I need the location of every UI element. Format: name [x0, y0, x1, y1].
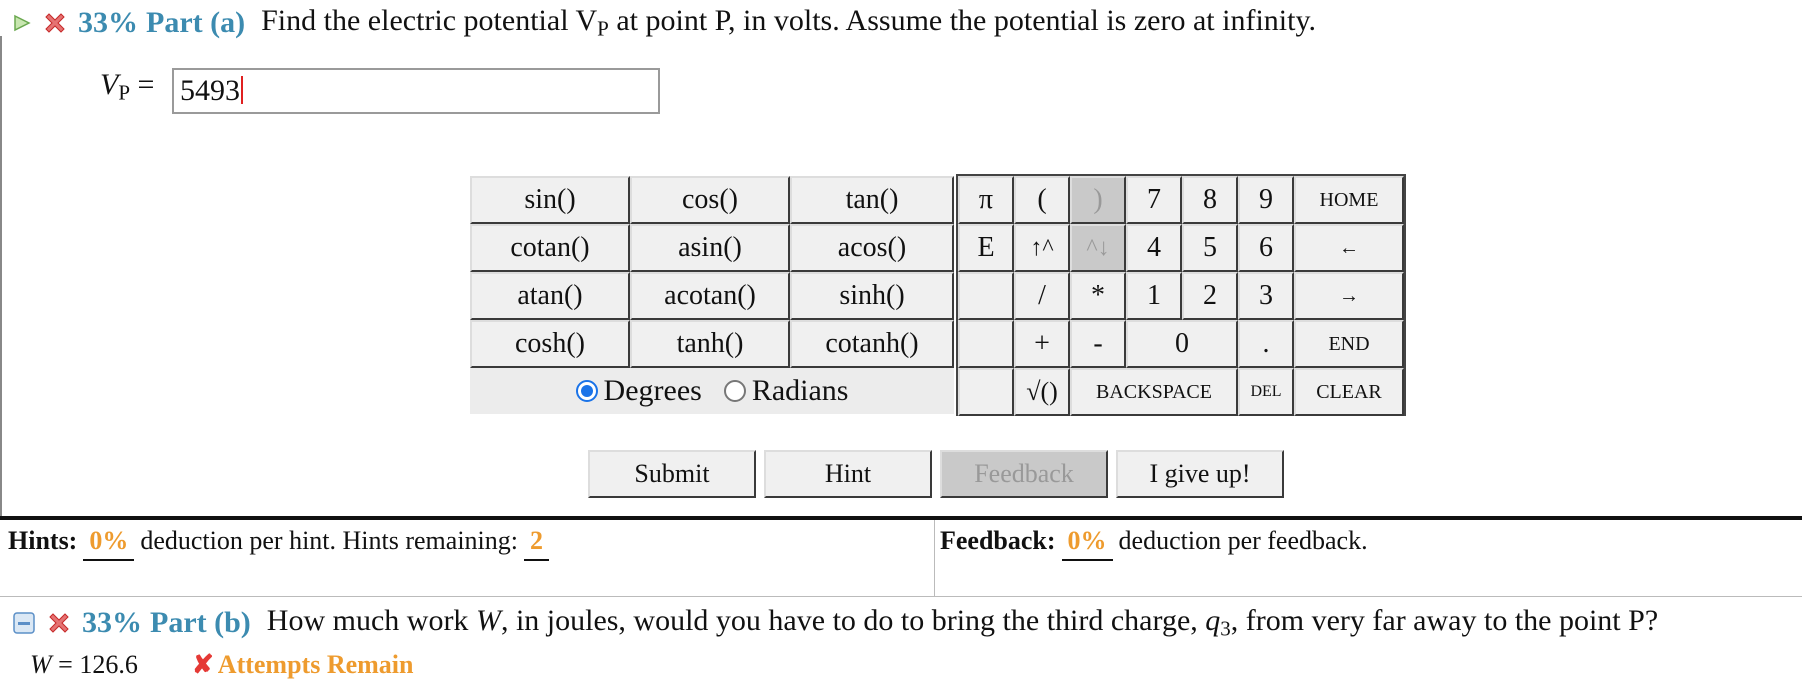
delete-button[interactable]: DEL	[1238, 368, 1294, 416]
incorrect-x-icon	[45, 12, 65, 33]
feedback-deduction: 0%	[1061, 526, 1113, 561]
blank-key	[958, 272, 1014, 320]
superscript-down-button[interactable]: ^↓	[1070, 224, 1126, 272]
degrees-radio[interactable]	[575, 380, 598, 402]
part-b-header: 33% Part (b) How much work W, in joules,…	[12, 604, 1658, 641]
cursor-right-button[interactable]: →	[1294, 272, 1404, 320]
part-b-percent: 33%	[82, 605, 142, 639]
digit-7-button[interactable]: 7	[1126, 176, 1182, 224]
clear-button[interactable]: CLEAR	[1294, 368, 1404, 416]
info-bottom-border	[0, 596, 1802, 597]
cross-icon: ✘	[192, 650, 214, 679]
digit-4-button[interactable]: 4	[1126, 224, 1182, 272]
feedback-info: Feedback: 0% deduction per feedback.	[940, 526, 1368, 561]
digit-3-button[interactable]: 3	[1238, 272, 1294, 320]
backspace-button[interactable]: BACKSPACE	[1070, 368, 1238, 416]
give-up-button[interactable]: I give up!	[1116, 450, 1284, 498]
superscript-up-button[interactable]: ↑^	[1014, 224, 1070, 272]
function-tan-button[interactable]: tan()	[790, 176, 954, 224]
part-b-question: How much work W, in joules, would you ha…	[266, 604, 1659, 641]
info-separator	[934, 520, 935, 596]
plus-button[interactable]: +	[1014, 320, 1070, 368]
function-cos-button[interactable]: cos()	[630, 176, 790, 224]
sqrt-button[interactable]: √()	[1014, 368, 1070, 416]
text-caret	[241, 76, 243, 104]
blank-key	[958, 368, 1014, 416]
digit-0-button[interactable]: 0	[1126, 320, 1238, 368]
answer-variable-label: VP =	[100, 68, 155, 105]
function-asin-button[interactable]: asin()	[630, 224, 790, 272]
answer-input[interactable]: 5493	[172, 68, 660, 114]
function-cotanh-button[interactable]: cotanh()	[790, 320, 954, 368]
part-a-label: Part (a)	[146, 5, 246, 39]
degrees-label: Degrees	[603, 374, 702, 407]
section-divider	[0, 516, 1802, 520]
function-atan-button[interactable]: atan()	[470, 272, 630, 320]
digit-2-button[interactable]: 2	[1182, 272, 1238, 320]
part-a-percent: 33%	[78, 5, 138, 39]
digit-1-button[interactable]: 1	[1126, 272, 1182, 320]
attempts-status: ✘ Attempts Remain	[192, 650, 414, 679]
digit-5-button[interactable]: 5	[1182, 224, 1238, 272]
part-b-answer: W = 126.6	[30, 650, 138, 679]
function-sinh-button[interactable]: sinh()	[790, 272, 954, 320]
end-button[interactable]: END	[1294, 320, 1404, 368]
radians-radio[interactable]	[723, 380, 746, 402]
divide-button[interactable]: /	[1014, 272, 1070, 320]
pi-button[interactable]: π	[958, 176, 1014, 224]
hints-info: Hints: 0% deduction per hint. Hints remain…	[8, 526, 555, 561]
hint-deduction: 0%	[83, 526, 135, 561]
radians-label: Radians	[751, 374, 849, 407]
part-b-label: Part (b)	[150, 605, 251, 639]
function-cosh-button[interactable]: cosh()	[470, 320, 630, 368]
left-paren-button[interactable]: (	[1014, 176, 1070, 224]
hint-button[interactable]: Hint	[764, 450, 932, 498]
right-paren-button[interactable]: )	[1070, 176, 1126, 224]
part-a-frame-left	[0, 36, 2, 518]
decimal-point-button[interactable]: .	[1238, 320, 1294, 368]
function-cotan-button[interactable]: cotan()	[470, 224, 630, 272]
part-a-header: 33% Part (a) Find the electric potential…	[12, 4, 1316, 41]
function-tanh-button[interactable]: tanh()	[630, 320, 790, 368]
incorrect-x-icon	[49, 612, 69, 633]
exponent-e-button[interactable]: E	[958, 224, 1014, 272]
play-icon[interactable]	[12, 13, 32, 33]
collapse-icon[interactable]	[12, 611, 36, 635]
hints-remaining: 2	[524, 526, 549, 561]
digit-8-button[interactable]: 8	[1182, 176, 1238, 224]
minus-button[interactable]: -	[1070, 320, 1126, 368]
function-sin-button[interactable]: sin()	[470, 176, 630, 224]
feedback-button[interactable]: Feedback	[940, 450, 1108, 498]
digit-6-button[interactable]: 6	[1238, 224, 1294, 272]
submit-button[interactable]: Submit	[588, 450, 756, 498]
home-button[interactable]: HOME	[1294, 176, 1404, 224]
blank-key	[958, 320, 1014, 368]
cursor-left-button[interactable]: ←	[1294, 224, 1404, 272]
function-acotan-button[interactable]: acotan()	[630, 272, 790, 320]
digit-9-button[interactable]: 9	[1238, 176, 1294, 224]
angle-mode-selector: Degrees Radians	[470, 368, 954, 414]
multiply-button[interactable]: *	[1070, 272, 1126, 320]
function-acos-button[interactable]: acos()	[790, 224, 954, 272]
part-a-question: Find the electric potential VP at point …	[261, 4, 1316, 41]
